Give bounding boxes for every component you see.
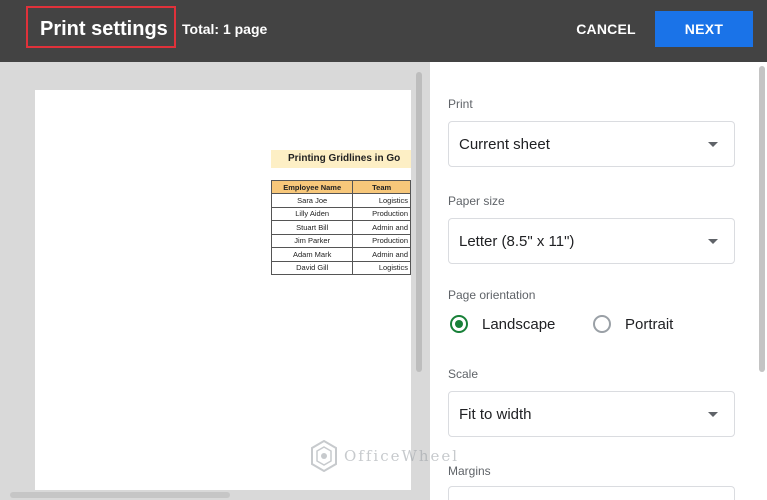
employee-name-cell: Lilly Aiden	[270, 206, 354, 221]
sheet-header-row: Employee Name Team	[270, 180, 411, 194]
sheet-title: Printing Gridlines in Go	[271, 150, 411, 168]
employee-name-cell: Stuart Bill	[270, 220, 354, 235]
team-cell: Logistics	[352, 193, 411, 208]
table-row: David Gill Logistics	[270, 260, 411, 275]
scale-select[interactable]: Fit to width	[448, 391, 735, 437]
paper-size-label: Paper size	[448, 194, 505, 208]
watermark: OfficeWheel	[310, 440, 459, 472]
paper-size-value: Letter (8.5" x 11")	[459, 233, 575, 250]
table-row: Lilly Aiden Production	[270, 206, 411, 221]
radio-unchecked-icon	[593, 315, 611, 333]
print-label: Print	[448, 97, 473, 111]
page-title: Print settings	[40, 18, 168, 40]
table-row: Adam Mark Admin and	[270, 247, 411, 262]
officewheel-logo-icon	[311, 440, 337, 472]
scale-label: Scale	[448, 367, 479, 381]
employee-name-cell: Adam Mark	[270, 247, 354, 262]
employee-name-cell: David Gill	[270, 260, 354, 275]
sheet-table: Employee Name Team Sara Joe Logistics Li…	[270, 180, 411, 275]
employee-name-cell: Jim Parker	[270, 233, 354, 248]
radio-checked-icon	[450, 315, 468, 333]
print-scope-select[interactable]: Current sheet	[448, 121, 735, 167]
dropdown-arrow-icon	[708, 142, 718, 147]
landscape-radio[interactable]: Landscape	[450, 315, 555, 333]
next-button[interactable]: NEXT	[655, 11, 753, 47]
team-cell: Production	[352, 206, 411, 221]
team-cell: Production	[352, 233, 411, 248]
portrait-radio-label: Portrait	[625, 315, 674, 333]
margins-select[interactable]	[448, 486, 735, 500]
column-header: Employee Name	[270, 180, 354, 194]
preview-vertical-scrollbar[interactable]	[416, 72, 422, 372]
cancel-button[interactable]: CANCEL	[566, 12, 646, 46]
dropdown-arrow-icon	[708, 239, 718, 244]
table-row: Stuart Bill Admin and	[270, 220, 411, 235]
preview-page: Printing Gridlines in Go Employee Name T…	[35, 90, 411, 490]
scale-value: Fit to width	[459, 406, 532, 423]
team-cell: Admin and	[352, 247, 411, 262]
employee-name-cell: Sara Joe	[270, 193, 354, 208]
dropdown-arrow-icon	[708, 412, 718, 417]
team-cell: Logistics	[352, 260, 411, 275]
print-scope-value: Current sheet	[459, 136, 550, 153]
orientation-label: Page orientation	[448, 288, 536, 302]
paper-size-select[interactable]: Letter (8.5" x 11")	[448, 218, 735, 264]
table-row: Sara Joe Logistics	[270, 193, 411, 208]
table-row: Jim Parker Production	[270, 233, 411, 248]
portrait-radio[interactable]: Portrait	[593, 315, 673, 333]
settings-vertical-scrollbar[interactable]	[759, 66, 765, 372]
preview-horizontal-scrollbar[interactable]	[10, 492, 230, 498]
top-toolbar: Print settings Total: 1 page CANCEL NEXT	[0, 0, 767, 62]
print-preview-pane: Printing Gridlines in Go Employee Name T…	[0, 62, 430, 500]
landscape-radio-label: Landscape	[482, 315, 556, 333]
settings-panel: Print Current sheet Paper size Letter (8…	[430, 62, 767, 500]
team-cell: Admin and	[352, 220, 411, 235]
total-pages-label: Total: 1 page	[182, 21, 268, 37]
watermark-text: OfficeWheel	[344, 447, 460, 465]
column-header: Team	[352, 180, 411, 194]
